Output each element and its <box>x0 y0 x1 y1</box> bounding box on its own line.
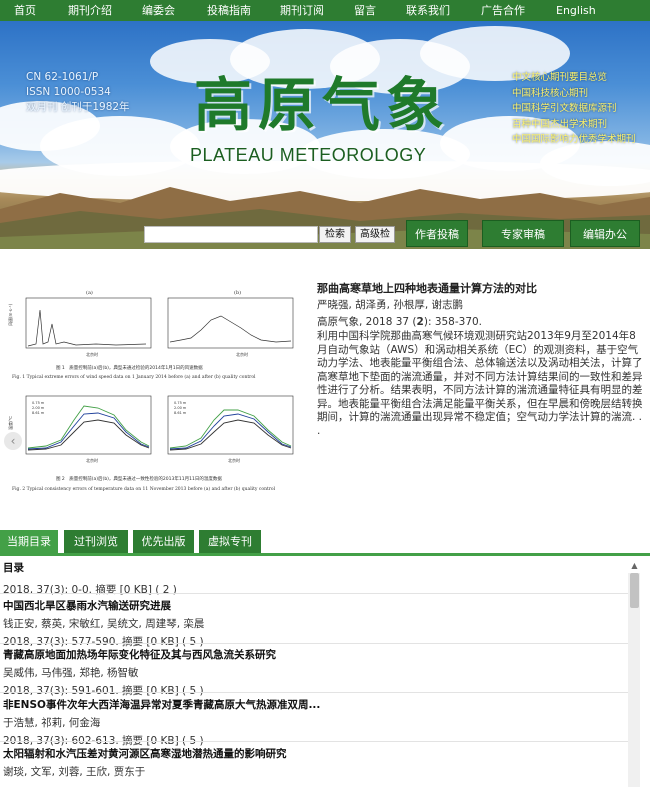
featured-article-title[interactable]: 那曲高寒草地上四种地表通量计算方法的对比 <box>317 280 537 296</box>
nav-subscription[interactable]: 期刊订阅 <box>280 0 324 21</box>
divider <box>0 643 628 644</box>
journal-title-en: PLATEAU METEOROLOGY <box>190 145 427 165</box>
advanced-search-button[interactable]: 高级检 <box>355 226 395 243</box>
publication-frequency: 双月刊 创刊于1982年 <box>26 101 130 113</box>
list-item: 中国西北旱区暴雨水汽输送研究进展 钱正安, 蔡英, 宋敏红, 吴统文, 周建琴,… <box>3 598 204 649</box>
nav-submission-guide[interactable]: 投稿指南 <box>207 0 251 21</box>
nav-home[interactable]: 首页 <box>14 0 36 21</box>
toc-authors: 吴威伟, 马伟强, 郑艳, 杨智敏 <box>3 667 139 679</box>
journal-title-cn: 高原气象 <box>194 71 451 139</box>
fig2-caption-cn: 图 2 质量控制前(a)后(b)，典型未通过一致性检验的2013年11月11日的… <box>56 475 222 482</box>
legend-item: 2.00 m <box>174 406 187 410</box>
fig1-caption-cn: 图 1 质量控制前(a)后(b)，典型未通过检验的2014年1月1日的风速数据 <box>56 364 203 371</box>
index-list: 中文核心期刊要目总览 中国科技核心期刊 中国科学引文数据库源刊 百种中国杰出学术… <box>512 70 636 148</box>
index-item: 百种中国杰出学术期刊 <box>512 118 608 130</box>
issn-info: CN 62-1061/P ISSN 1000-0534 双月刊 创刊于1982年 <box>26 70 130 115</box>
toc-authors: 钱正安, 蔡英, 宋敏红, 吴统文, 周建琴, 栾晨 <box>3 618 205 630</box>
x-axis-label: 北京时 <box>86 351 98 357</box>
list-item: 太阳辐射和水汽压差对黄河源区高寒湿地潜热通量的影响研究 谢琰, 文军, 刘蓉, … <box>3 746 287 779</box>
fig1-caption-en: Fig. 1 Typical extreme errors of wind sp… <box>12 373 256 380</box>
list-item: 青藏高原地面加热场年际变化特征及其与西风急流关系研究 吴威伟, 马伟强, 郑艳,… <box>3 647 276 698</box>
divider <box>0 692 628 693</box>
citation-prefix: 高原气象, 2018 37 ( <box>317 316 417 328</box>
nav-advertising[interactable]: 广告合作 <box>481 0 525 21</box>
legend-item: 0.75 m <box>32 401 45 405</box>
divider <box>0 741 628 742</box>
legend-item: 8.61 m <box>32 411 45 415</box>
divider <box>0 593 628 594</box>
panel-a-label: (a) <box>86 289 93 296</box>
author-submission-button[interactable]: 作者投稿 <box>406 220 468 247</box>
legend-item: 2.00 m <box>32 406 45 410</box>
toc-authors: 于浩慧, 祁莉, 何金海 <box>3 717 101 729</box>
toc-list: 目录 2018, 37(3): 0-0. 摘要 [0 KB] ( 2 ) 中国西… <box>0 556 628 787</box>
featured-article-citation: 高原气象, 2018 37 (2): 358-370. <box>317 314 482 329</box>
scroll-up-arrow-icon[interactable]: ▲ <box>630 560 639 571</box>
carousel-prev-button[interactable]: ‹ <box>4 432 22 450</box>
figure-image: (a) (b) 风速(m·s⁻¹) 北京时 北京时 图 1 质量控制前(a)后(… <box>7 289 294 492</box>
nav-contact[interactable]: 联系我们 <box>406 0 450 21</box>
featured-article-abstract: 利用中国科学院那曲高寒气候环境观测研究站2013年9月至2014年8月自动气象站… <box>317 330 643 437</box>
citation-suffix: ): 358-370. <box>423 316 483 328</box>
featured-figure[interactable]: (a) (b) 风速(m·s⁻¹) 北京时 北京时 图 1 质量控制前(a)后(… <box>6 280 304 498</box>
legend-item: 0.75 m <box>174 401 187 405</box>
nav-editorial-board[interactable]: 编委会 <box>142 0 175 21</box>
citation-issue: 2 <box>416 316 424 328</box>
fig2-caption-en: Fig. 2 Typical consistency errors of tem… <box>12 485 276 492</box>
issn-number: ISSN 1000-0534 <box>26 86 111 98</box>
panel-b-label: (b) <box>234 289 241 296</box>
cn-number: CN 62-1061/P <box>26 71 99 83</box>
top-nav: 首页 期刊介绍 编委会 投稿指南 期刊订阅 留言 联系我们 广告合作 Engli… <box>0 0 650 21</box>
tab-online-first[interactable]: 优先出版 <box>133 530 194 554</box>
toc-meta: 2018, 37(3): 0-0. 摘要 [0 KB] ( 2 ) <box>3 584 177 596</box>
nav-journal-intro[interactable]: 期刊介绍 <box>68 0 112 21</box>
toc-authors: 谢琰, 文军, 刘蓉, 王欣, 贾东于 <box>3 766 146 778</box>
search-button[interactable]: 检索 <box>319 226 351 243</box>
search-input[interactable] <box>144 226 318 243</box>
index-item: 中国科学引文数据库源刊 <box>512 103 617 114</box>
toc-title[interactable]: 太阳辐射和水汽压差对黄河源区高寒湿地潜热通量的影响研究 <box>3 746 287 761</box>
toc-title[interactable]: 非ENSO事件次年大西洋海温异常对夏季青藏高原大气热源准双周... <box>3 697 320 712</box>
toc-title[interactable]: 青藏高原地面加热场年际变化特征及其与西风急流关系研究 <box>3 647 276 662</box>
y-axis-label-top: 风速(m·s⁻¹) <box>7 303 13 326</box>
legend-item: 8.61 m <box>174 411 187 415</box>
editor-office-button[interactable]: 编辑办公 <box>570 220 640 247</box>
featured-article-authors: 严晓强, 胡泽勇, 孙根厚, 谢志鹏 <box>317 299 464 311</box>
toc-title[interactable]: 中国西北旱区暴雨水汽输送研究进展 <box>3 598 204 613</box>
nav-english[interactable]: English <box>556 0 596 21</box>
list-item: 目录 2018, 37(3): 0-0. 摘要 [0 KB] ( 2 ) <box>3 560 177 597</box>
index-item: 中国国际影响力优秀学术期刊 <box>512 134 636 145</box>
expert-review-button[interactable]: 专家审稿 <box>482 220 564 247</box>
scrollbar-thumb[interactable] <box>630 573 639 608</box>
x-axis-label: 北京时 <box>86 457 98 463</box>
index-item: 中文核心期刊要目总览 <box>512 72 608 83</box>
tab-virtual-issue[interactable]: 虚拟专刊 <box>199 530 261 554</box>
tab-past-issues[interactable]: 过刊浏览 <box>64 530 128 554</box>
toc-title[interactable]: 目录 <box>3 560 177 575</box>
x-axis-label: 北京时 <box>236 351 248 357</box>
tab-current-issue[interactable]: 当期目录 <box>0 530 58 554</box>
nav-message[interactable]: 留言 <box>354 0 376 21</box>
x-axis-label: 北京时 <box>228 457 240 463</box>
y-axis-label-bottom: 温度/℃ <box>7 416 13 430</box>
header-banner: CN 62-1061/P ISSN 1000-0534 双月刊 创刊于1982年… <box>0 21 650 249</box>
index-item: 中国科技核心期刊 <box>512 87 589 99</box>
toc-meta: 2018, 37(3): 591-601. 摘要 [0 KB] ( 5 ) <box>3 685 204 697</box>
